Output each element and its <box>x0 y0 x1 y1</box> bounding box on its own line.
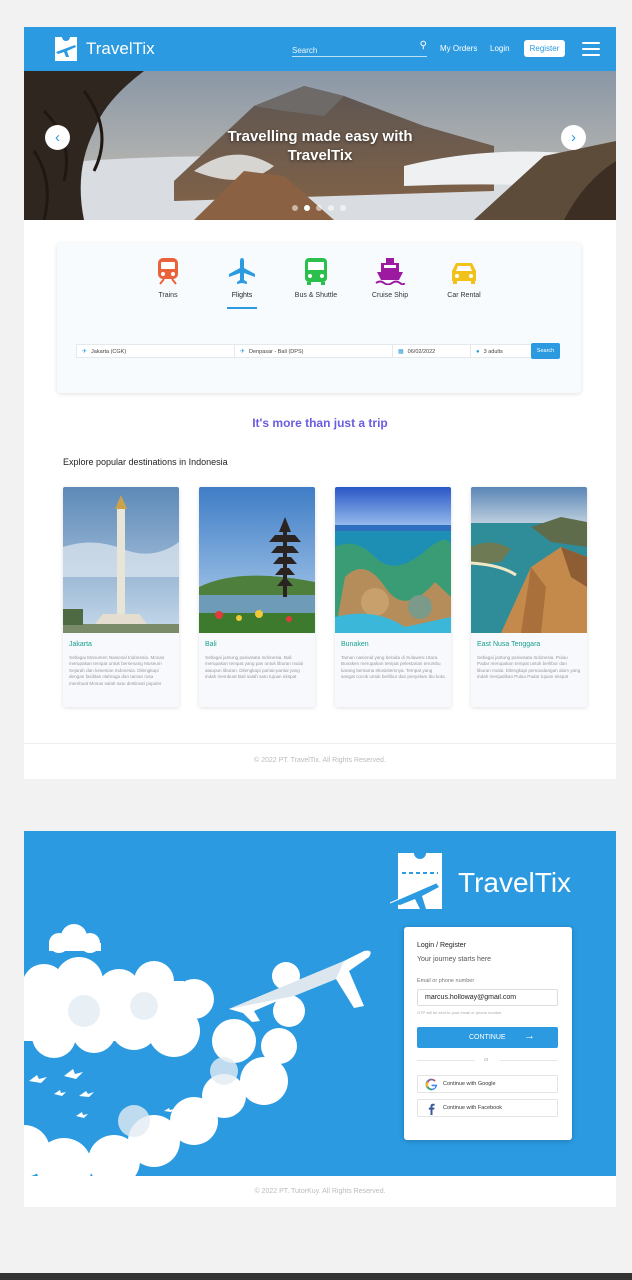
google-login-button[interactable]: Continue with Google <box>417 1075 558 1093</box>
destination-field[interactable]: ✈ Denpasar - Bali (DPS) <box>234 344 393 358</box>
destination-card-jakarta[interactable]: Jakarta Sebagai Monumen Nasional Indones… <box>63 487 179 707</box>
passengers-field[interactable]: ● 3 adults <box>470 344 532 358</box>
carousel-dot[interactable] <box>328 205 334 211</box>
hero-title: Travelling made easy with TravelTix <box>174 127 466 165</box>
active-mode-underline <box>227 307 257 309</box>
bali-temple-image <box>199 487 315 633</box>
mode-cruise-ship[interactable]: Cruise Ship <box>353 257 427 299</box>
carousel-dot[interactable] <box>304 205 310 211</box>
login-brand-name: TravelTix <box>458 867 572 898</box>
explore-section-title: Explore popular destinations in Indonesi… <box>63 457 228 467</box>
destination-name: Jakarta <box>69 641 92 648</box>
register-button[interactable]: Register <box>524 40 565 57</box>
mode-car-rental[interactable]: Car Rental <box>427 257 501 299</box>
ship-icon <box>375 258 405 285</box>
hamburger-menu-icon[interactable] <box>582 42 600 56</box>
search-icon[interactable]: ⚲ <box>420 40 427 51</box>
tagline: It's more than just a trip <box>252 416 388 430</box>
bus-icon <box>305 258 327 285</box>
carousel-dot[interactable] <box>316 205 322 211</box>
chevron-right-icon: › <box>571 129 576 146</box>
destination-description: Sebagai jantung pariwisata Indonesia. Ba… <box>205 655 304 680</box>
traveltix-logo-icon[interactable] <box>53 35 79 63</box>
origin-value: Jakarta (CGK) <box>91 349 127 355</box>
facebook-login-button[interactable]: Continue with Facebook <box>417 1099 558 1117</box>
google-label: Continue with Google <box>443 1081 496 1087</box>
mode-trains[interactable]: Trains <box>131 257 205 299</box>
train-icon <box>158 258 178 285</box>
hero-carousel: Travelling made easy with TravelTix ‹ › <box>24 71 616 220</box>
carousel-prev-button[interactable]: ‹ <box>45 125 70 150</box>
login-page: TravelTix Login / Register Your journey … <box>24 831 616 1207</box>
search-input[interactable] <box>292 43 410 58</box>
jakarta-monas-image <box>63 487 179 633</box>
passengers-value: 3 adults <box>483 349 503 355</box>
top-navbar: TravelTix ⚲ My Orders Login Register <box>24 27 616 71</box>
destination-name: Bunaken <box>341 641 369 648</box>
hero-title-line2: TravelTix <box>287 147 353 164</box>
origin-field[interactable]: ✈ Jakarta (CGK) <box>76 344 235 358</box>
destination-description: Sebagai jantung pariwisata Indonesia. Pu… <box>477 655 581 680</box>
brand-name[interactable]: TravelTix <box>86 39 155 59</box>
or-text: or <box>484 1057 489 1063</box>
airplane-icon <box>229 258 255 284</box>
carousel-next-button[interactable]: › <box>561 125 586 150</box>
calendar-icon: ▦ <box>398 349 404 355</box>
person-icon: ● <box>476 349 480 355</box>
login-card-title: Login / Register <box>417 942 467 949</box>
login-link[interactable]: Login <box>490 44 510 53</box>
destination-description: Sebagai Monumen Nasional Indonesia. Mona… <box>69 655 165 686</box>
landing-icon: ✈ <box>240 349 246 355</box>
car-icon <box>452 263 476 284</box>
padar-island-image <box>471 487 587 633</box>
login-card: Login / Register Your journey starts her… <box>404 927 572 1140</box>
date-field[interactable]: ▦ 06/02/2022 <box>392 344 471 358</box>
email-field-label: Email or phone number <box>417 978 475 984</box>
carousel-dot[interactable] <box>292 205 298 211</box>
facebook-label: Continue with Facebook <box>443 1105 503 1111</box>
destination-description: Taman nasional yang berada di Sulawesi U… <box>341 655 445 680</box>
or-divider: or <box>417 1056 558 1066</box>
date-value: 06/02/2022 <box>407 349 436 355</box>
my-orders-link[interactable]: My Orders <box>440 44 477 53</box>
bottom-edge-bar <box>0 1273 632 1280</box>
mode-flights[interactable]: Flights <box>205 257 279 309</box>
destination-value: Denpasar - Bali (DPS) <box>249 349 304 355</box>
login-card-subtitle: Your journey starts here <box>417 956 492 963</box>
facebook-icon <box>428 1103 435 1115</box>
destination-card-east-nusa-tenggara[interactable]: East Nusa Tenggara Sebagai jantung pariw… <box>471 487 587 707</box>
otp-hint: OTP will be sent to your email or phone … <box>417 1010 502 1015</box>
traveltix-logo-large-icon <box>389 853 442 909</box>
landing-footer: © 2022 PT. TravelTix. All Rights Reserve… <box>24 743 616 780</box>
mode-label-cruise: Cruise Ship <box>371 292 409 299</box>
landing-page: TravelTix ⚲ My Orders Login Register <box>24 27 616 779</box>
bunaken-reef-image <box>335 487 451 633</box>
booking-panel: Trains Flights Bus & Shuttle Cruise Ship… <box>57 243 581 393</box>
takeoff-icon: ✈ <box>82 349 88 355</box>
destination-name: Bali <box>205 641 217 648</box>
mode-label-flights: Flights <box>231 292 253 299</box>
search-flights-button[interactable]: Search <box>531 343 560 359</box>
mode-label-bus: Bus & Shuttle <box>294 292 338 299</box>
login-hero: TravelTix Login / Register Your journey … <box>24 831 616 1176</box>
mode-label-car: Car Rental <box>447 292 481 299</box>
arrow-right-icon: → <box>524 1030 535 1042</box>
mode-label-trains: Trains <box>158 292 178 299</box>
continue-label: CONTINUE <box>469 1034 506 1041</box>
email-field[interactable] <box>417 989 558 1006</box>
continue-button[interactable]: CONTINUE → <box>417 1027 558 1048</box>
hero-title-line1: Travelling made easy with <box>227 128 413 145</box>
chevron-left-icon: ‹ <box>55 129 60 146</box>
destination-card-bali[interactable]: Bali Sebagai jantung pariwisata Indonesi… <box>199 487 315 707</box>
destination-card-bunaken[interactable]: Bunaken Taman nasional yang berada di Su… <box>335 487 451 707</box>
login-footer: © 2022 PT. TutorKuy. All Rights Reserved… <box>254 1188 386 1195</box>
carousel-dot[interactable] <box>340 205 346 211</box>
mode-bus-shuttle[interactable]: Bus & Shuttle <box>279 257 353 299</box>
search-bar[interactable]: ⚲ <box>292 40 427 58</box>
google-icon <box>425 1078 438 1091</box>
destination-name: East Nusa Tenggara <box>477 641 541 648</box>
